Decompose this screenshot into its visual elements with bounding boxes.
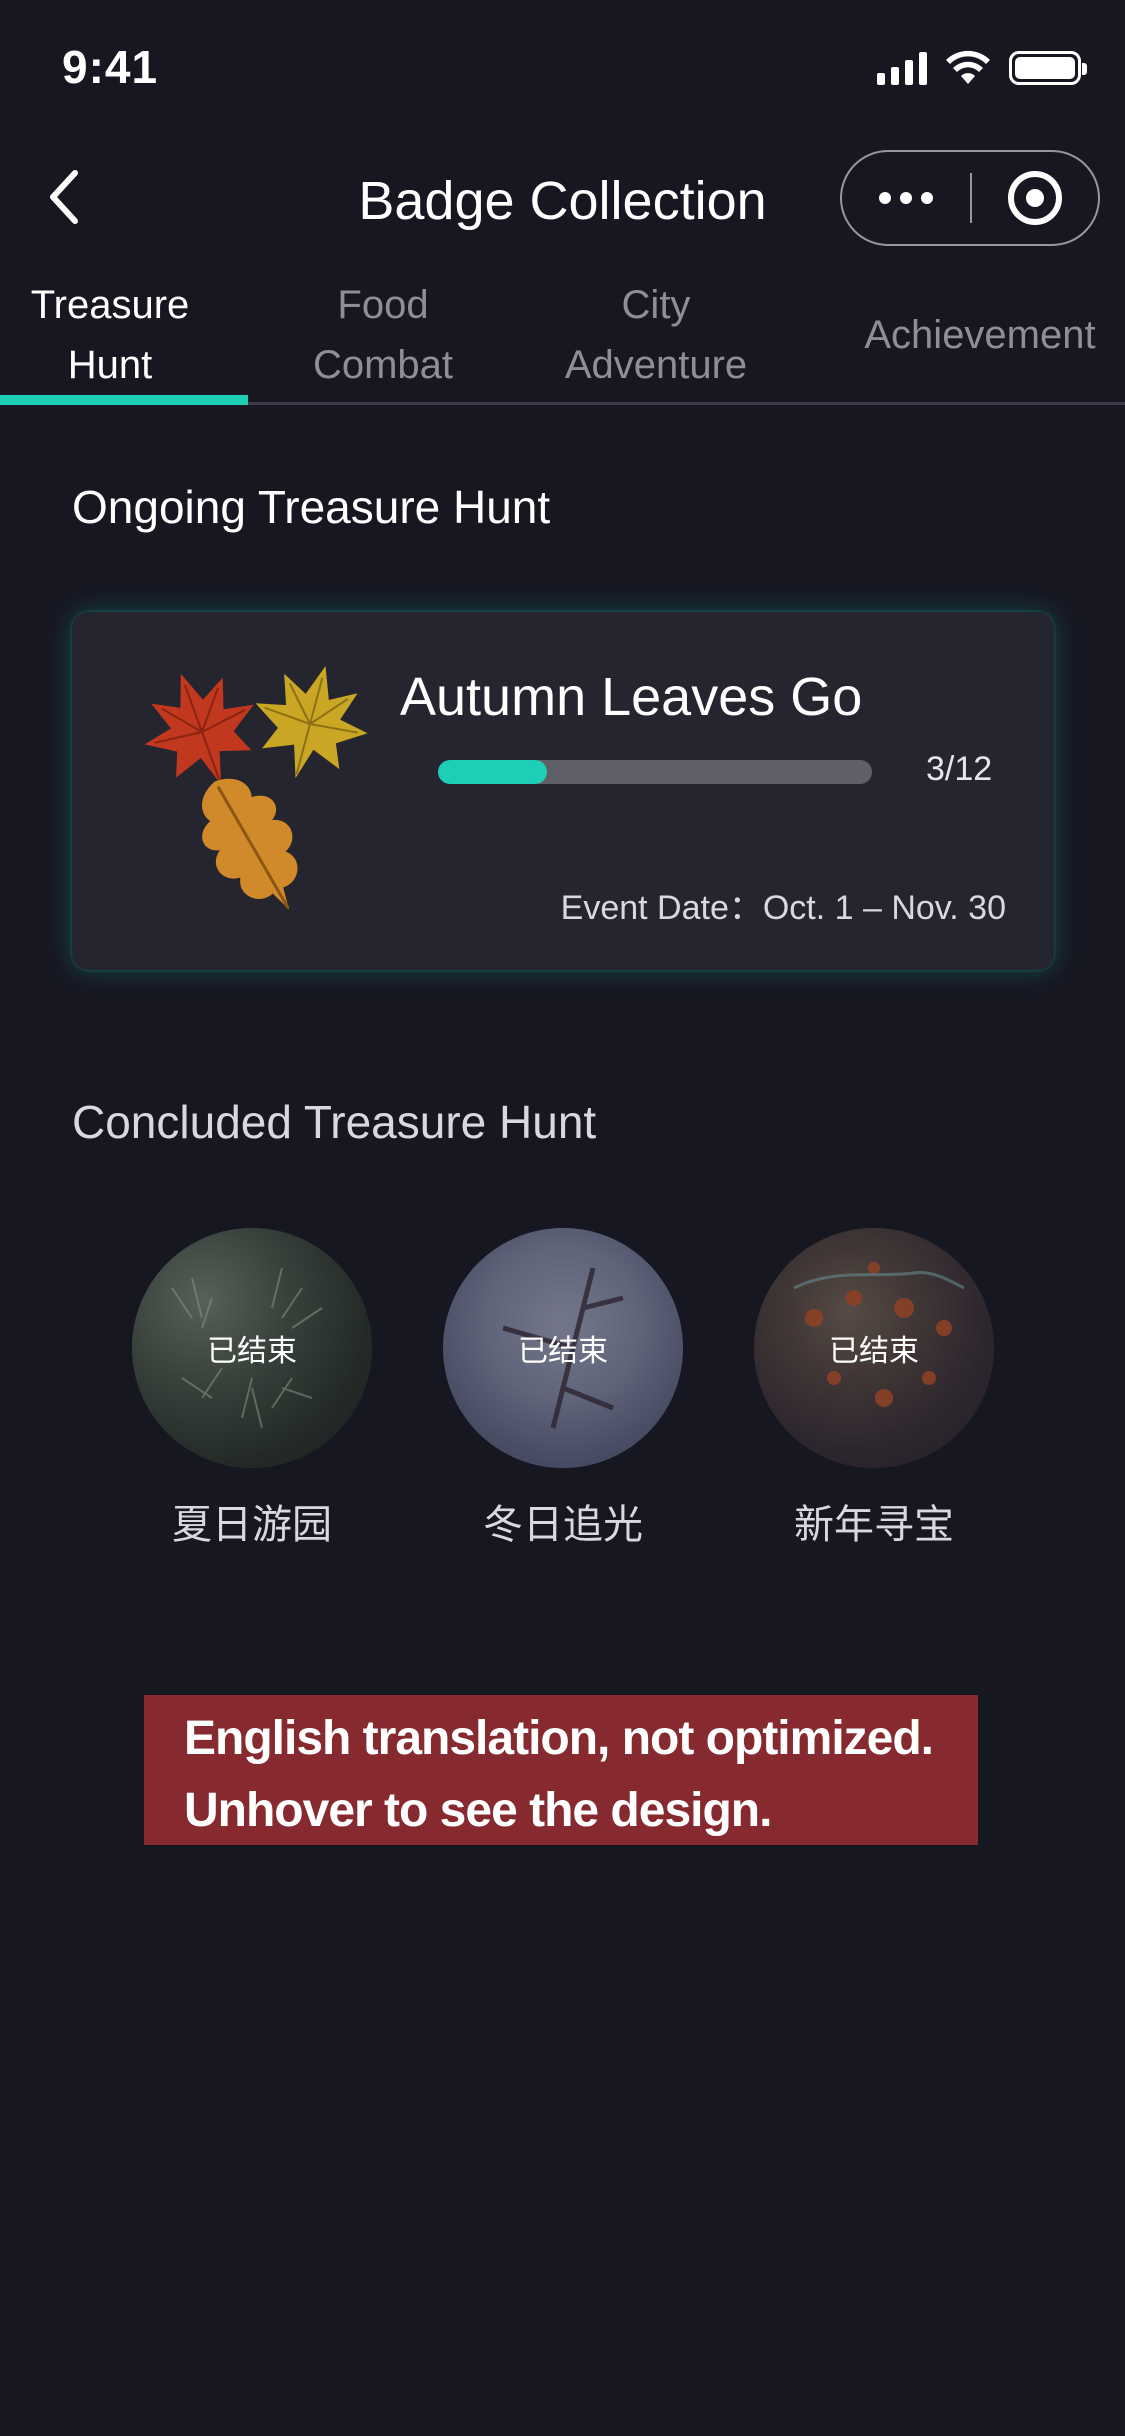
progress-count: 3/12	[926, 750, 993, 788]
hunt-badge-image: 已结束	[754, 1228, 994, 1468]
cellular-signal-icon	[877, 51, 927, 85]
concluded-status-label: 已结束	[829, 1334, 919, 1369]
progress-bar	[438, 760, 872, 784]
autumn-leaves-image	[144, 666, 368, 910]
concluded-hunt-item[interactable]: 已结束 夏日游园	[127, 1228, 377, 1550]
concluded-hunt-item[interactable]: 已结束 新年寻宝	[749, 1228, 999, 1550]
close-capsule-button[interactable]	[972, 152, 1098, 244]
ongoing-section-title: Ongoing Treasure Hunt	[72, 481, 551, 533]
tab-label-line2: Combat	[312, 343, 454, 387]
hunt-badge-image: 已结束	[132, 1228, 372, 1468]
tab-city-adventure[interactable]: City Adventure	[546, 265, 766, 405]
tab-achievement[interactable]: Achievement	[840, 265, 1120, 405]
wifi-icon	[946, 50, 990, 84]
active-tab-indicator	[0, 395, 248, 405]
tab-treasure-hunt[interactable]: Treasure Hunt	[0, 265, 220, 405]
target-circle-icon	[1008, 171, 1062, 225]
concluded-status-label: 已结束	[207, 1334, 297, 1369]
tab-label-line2: Hunt	[67, 343, 153, 387]
concluded-hunt-name: 夏日游园	[172, 1502, 332, 1548]
translation-notice: English translation, not optimized. Unho…	[144, 1695, 978, 1845]
tab-food-combat[interactable]: Food Combat	[283, 265, 483, 405]
more-dots-icon	[879, 192, 891, 204]
concluded-hunt-list: 已结束 夏日游园 已结束 冬日追光 已结束 新年寻宝	[0, 1228, 1125, 1558]
battery-icon	[1009, 51, 1087, 85]
concluded-hunt-name: 新年寻宝	[794, 1502, 954, 1548]
status-icons	[877, 50, 1087, 86]
mini-program-capsule	[840, 150, 1100, 246]
nav-bar: Badge Collection	[0, 140, 1125, 260]
concluded-hunt-name: 冬日追光	[483, 1502, 643, 1548]
status-bar: 9:41	[0, 0, 1125, 135]
tab-label-line1: Food	[337, 283, 429, 327]
tab-label-line1: City	[621, 283, 691, 327]
concluded-section-title: Concluded Treasure Hunt	[72, 1096, 597, 1148]
tab-label-line1: Treasure	[30, 283, 190, 327]
tab-label-line2: Adventure	[564, 343, 748, 387]
status-time: 9:41	[62, 41, 159, 93]
event-date: Event Date：Oct. 1 – Nov. 30	[560, 889, 1006, 927]
category-tabs: Treasure Hunt Food Combat City Adventure Ac…	[0, 265, 1125, 405]
hunt-title: Autumn Leaves Go	[400, 667, 863, 727]
concluded-hunt-item[interactable]: 已结束 冬日追光	[438, 1228, 688, 1550]
notice-line-2: Unhover to see the design.	[184, 1784, 772, 1837]
concluded-status-label: 已结束	[518, 1334, 608, 1369]
more-button[interactable]	[842, 152, 970, 244]
hunt-badge-image: 已结束	[443, 1228, 683, 1468]
ongoing-hunt-card[interactable]: Autumn Leaves Go 3/12 Event Date：Oct. 1 …	[72, 612, 1054, 970]
tab-label: Achievement	[864, 313, 1096, 357]
notice-line-1: English translation, not optimized.	[184, 1712, 934, 1765]
progress-fill	[438, 760, 547, 784]
